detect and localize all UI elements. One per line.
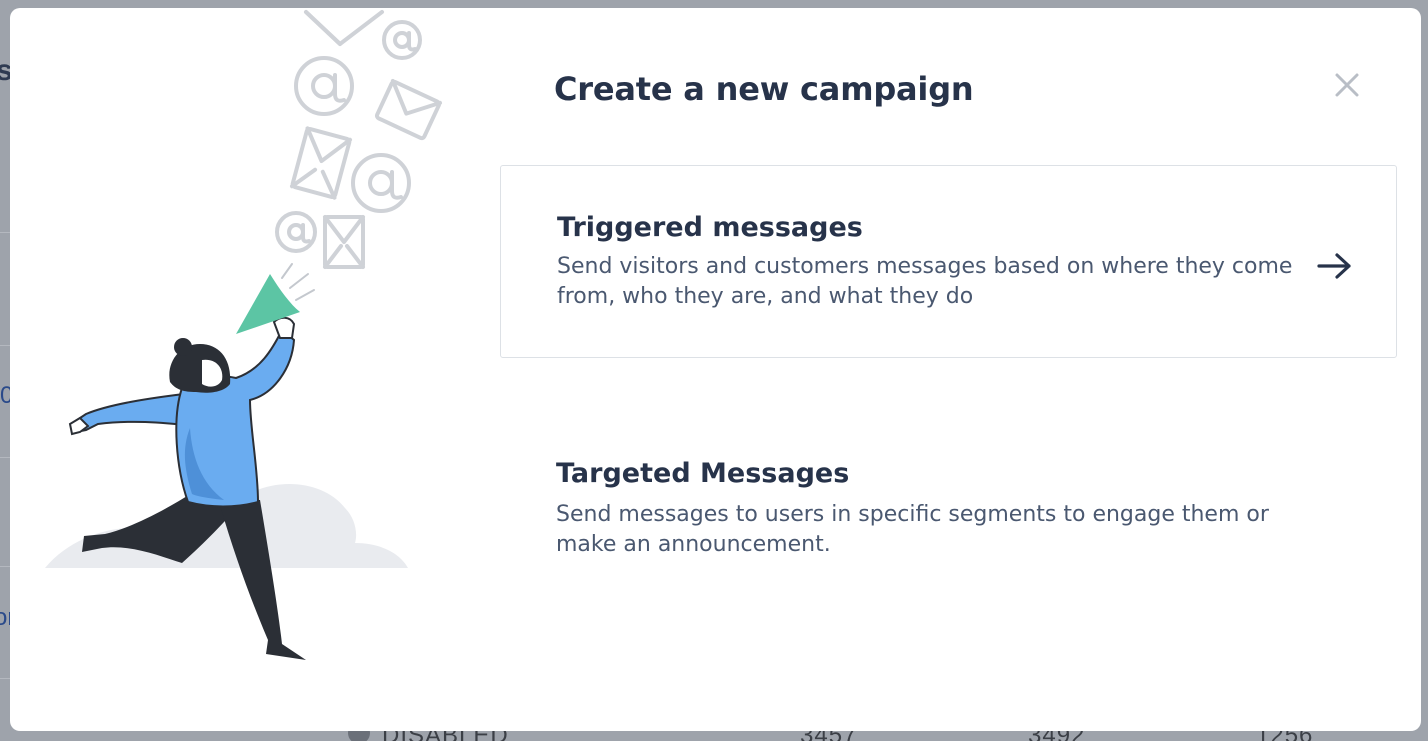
at-sign-icon (275, 211, 317, 253)
background-divider (0, 566, 10, 567)
at-sign-icon (351, 153, 411, 213)
close-icon (1335, 73, 1359, 97)
right-hand (272, 316, 296, 339)
background-divider (0, 457, 10, 458)
option-triggered-messages[interactable]: Triggered messages Send visitors and cus… (500, 165, 1397, 358)
hair-bun (174, 338, 192, 356)
background-divider (0, 678, 10, 679)
option-description: Send messages to users in specific segme… (556, 502, 1269, 557)
mail-symbols (275, 10, 443, 269)
at-sign-icon (382, 20, 422, 60)
at-sign-icon (294, 56, 354, 116)
option-title: Targeted Messages (556, 458, 850, 489)
modal-title: Create a new campaign (554, 70, 974, 108)
envelope-icon (374, 78, 443, 141)
arrow-right-icon (1317, 253, 1351, 279)
background-divider (0, 232, 10, 233)
background-divider (0, 345, 10, 346)
envelope-icon (323, 215, 365, 269)
create-campaign-modal: Create a new campaign Triggered messages… (10, 8, 1421, 731)
option-description: Send visitors and customers messages bas… (557, 254, 1293, 309)
sound-lines (281, 263, 315, 301)
envelope-icon (304, 10, 384, 46)
megaphone-illustration (45, 10, 443, 660)
option-title: Triggered messages (557, 212, 863, 243)
close-button[interactable] (1330, 68, 1364, 102)
envelope-icon (289, 126, 353, 200)
option-targeted-messages[interactable]: Targeted Messages Send messages to users… (500, 408, 1397, 598)
